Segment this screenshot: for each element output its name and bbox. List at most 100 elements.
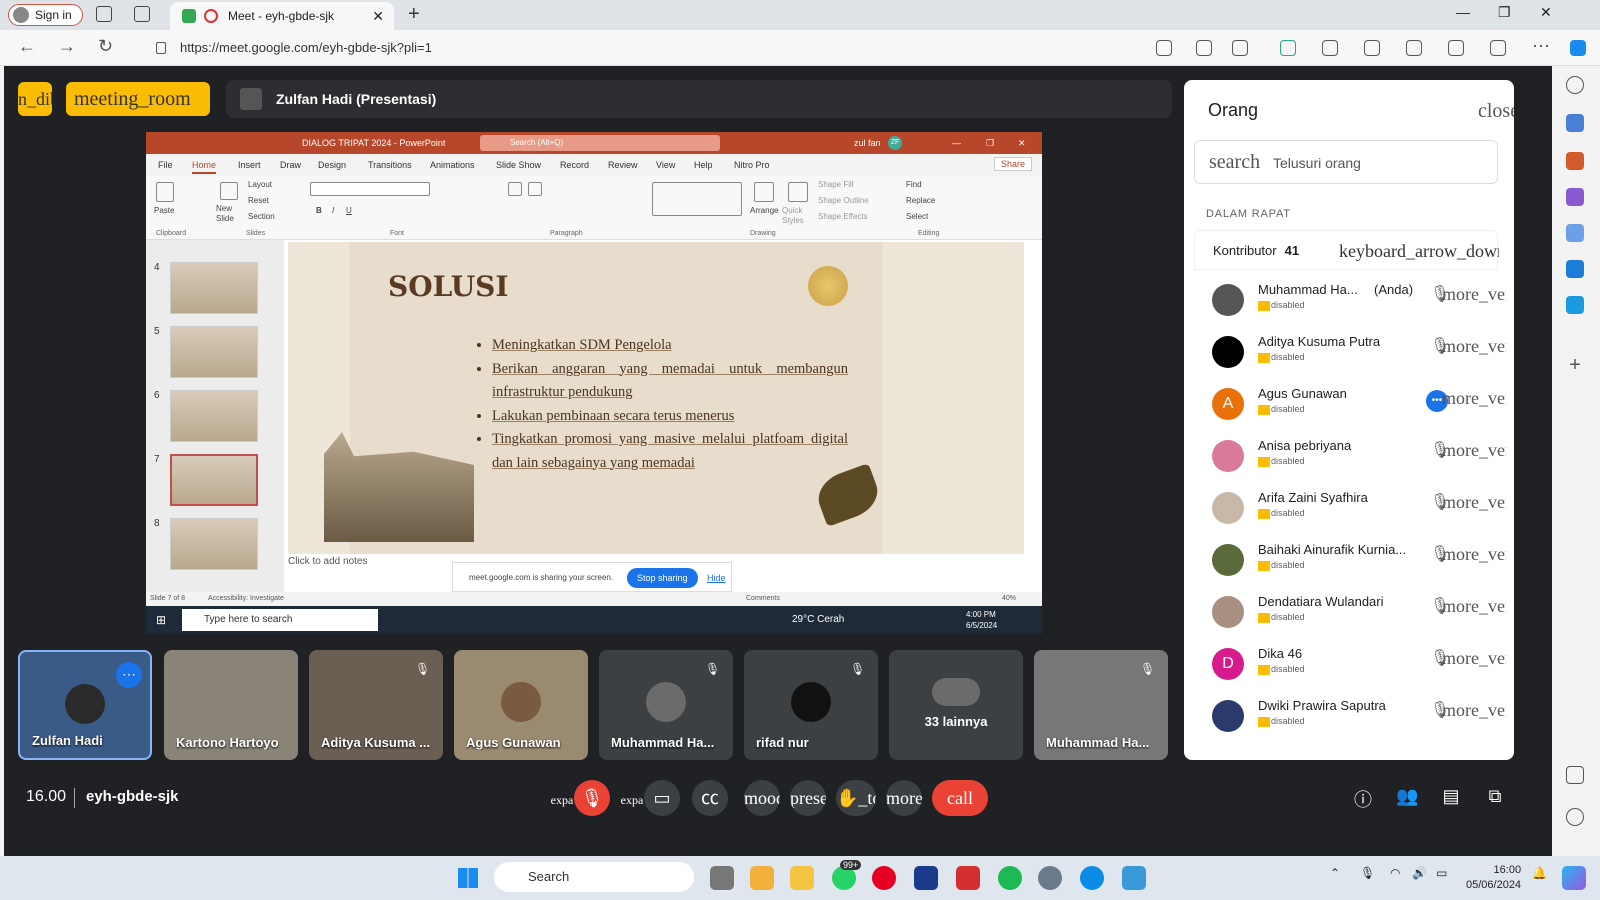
more-vert-icon[interactable]: more_vert <box>1442 596 1506 617</box>
volume-icon[interactable]: 🔊 <box>1412 866 1427 880</box>
puzzle-icon[interactable] <box>1322 40 1338 56</box>
outlook-icon[interactable] <box>1566 260 1584 278</box>
contributors-header[interactable]: Kontributor 41 keyboard_arrow_down <box>1194 230 1499 271</box>
bold-button[interactable]: B <box>316 206 322 215</box>
l-app-icon[interactable] <box>914 866 938 890</box>
italic-button[interactable]: I <box>332 206 334 215</box>
tools-icon[interactable] <box>1566 152 1584 170</box>
wifi-icon[interactable]: ◠ <box>1390 866 1400 880</box>
raise-hand-button[interactable]: ✋_to <box>836 780 876 816</box>
photos-icon[interactable] <box>1122 866 1146 890</box>
acrobat-icon[interactable] <box>956 866 980 890</box>
numbering-icon[interactable] <box>528 182 542 196</box>
meeting-room-tag[interactable]: meeting_room <box>66 82 210 116</box>
paste-icon[interactable] <box>156 182 174 202</box>
weather-widget[interactable]: 29°C Cerah <box>792 614 844 625</box>
replace-button[interactable]: Replace <box>906 196 935 205</box>
pinterest-icon[interactable] <box>872 866 896 890</box>
telegram-icon[interactable] <box>1566 296 1584 314</box>
menu-file[interactable]: File <box>158 160 173 170</box>
shapes-gallery[interactable] <box>652 182 742 216</box>
underline-button[interactable]: U <box>346 206 352 215</box>
camera-toggle-button[interactable]: ▭ <box>644 780 680 816</box>
camera-icon[interactable] <box>1156 40 1172 56</box>
hide-button[interactable]: Hide <box>707 563 726 593</box>
menu-animations[interactable]: Animations <box>430 160 475 170</box>
list-item[interactable]: Muhammad Ha... (Anda) disabled 🎙 more_ve… <box>1194 276 1506 328</box>
more-vert-icon[interactable]: more_vert <box>1442 544 1506 565</box>
find-button[interactable]: Find <box>906 180 922 189</box>
reactions-button[interactable]: mood <box>744 780 780 816</box>
list-item[interactable]: Baihaki Ainurafik Kurnia... disabled 🎙 m… <box>1194 536 1506 588</box>
gear-icon[interactable] <box>1566 808 1584 826</box>
task-view-icon[interactable] <box>710 866 734 890</box>
participant-tile[interactable]: Kartono Hartoyo <box>164 650 298 760</box>
participant-tile[interactable]: 🎙 rifad nur <box>744 650 878 760</box>
mic-icon[interactable]: 🎙 <box>1360 866 1375 880</box>
screenshot-icon[interactable] <box>1566 766 1584 784</box>
slide-canvas[interactable]: SOLUSI Meningkatkan SDM Pengelola Berika… <box>288 242 1024 554</box>
participant-tile[interactable]: 🎙 Muhammad Ha... <box>1034 650 1168 760</box>
inner-search-box[interactable]: Type here to search <box>182 609 378 631</box>
menu-insert[interactable]: Insert <box>238 160 261 170</box>
list-item[interactable]: D Dika 46 disabled 🎙 more_vert <box>1194 640 1506 692</box>
restore-button[interactable]: ❐ <box>1498 4 1511 21</box>
list-item[interactable]: A Agus Gunawan disabled ••• more_vert <box>1194 380 1506 432</box>
copilot-icon[interactable] <box>1570 40 1586 56</box>
new-slide-icon[interactable] <box>220 182 238 200</box>
close-window-button[interactable]: ✕ <box>1540 4 1552 21</box>
more-vert-icon[interactable]: more_vert <box>1442 388 1506 409</box>
more-vert-icon[interactable]: more_vert <box>1442 700 1506 721</box>
shape-fill-button[interactable]: Shape Fill <box>818 180 854 189</box>
taskbar-search[interactable]: Search <box>494 862 694 892</box>
arrange-icon[interactable] <box>754 182 774 202</box>
slide-thumb-6[interactable] <box>170 390 258 442</box>
file-explorer-icon[interactable] <box>790 866 814 890</box>
reload-button[interactable]: ↻ <box>98 36 113 57</box>
stop-sharing-button[interactable]: Stop sharing <box>627 568 698 588</box>
close-panel-button[interactable]: close <box>1478 100 1514 123</box>
browser-essentials-icon[interactable] <box>1490 40 1506 56</box>
store-icon[interactable] <box>750 866 774 890</box>
list-item[interactable]: Aditya Kusuma Putra disabled 🎙 more_vert <box>1194 328 1506 380</box>
menu-nitro[interactable]: Nitro Pro <box>734 160 770 170</box>
more-options-icon[interactable]: ⋯ <box>116 662 142 688</box>
expand-icon[interactable]: keyboard_arrow_down <box>1339 231 1499 271</box>
more-vert-icon[interactable]: more_vert <box>1442 284 1506 305</box>
participant-tile[interactable]: Agus Gunawan <box>454 650 588 760</box>
quick-styles-icon[interactable] <box>788 182 808 202</box>
comments-button[interactable]: Comments <box>746 592 780 606</box>
url-field[interactable]: https://meet.google.com/eyh-gbde-sjk?pli… <box>150 36 1150 60</box>
mic-toggle-button[interactable]: 🎙 <box>574 780 610 816</box>
select-button[interactable]: Select <box>906 212 928 221</box>
ppt-restore-button[interactable]: ❐ <box>986 132 994 154</box>
new-tab-button[interactable]: + <box>408 3 420 26</box>
menu-record[interactable]: Record <box>560 160 589 170</box>
participant-tile-self[interactable]: ⋯ Zulfan Hadi <box>18 650 152 760</box>
list-item[interactable]: Anisa pebriyana disabled 🎙 more_vert <box>1194 432 1506 484</box>
menu-home[interactable]: Home <box>192 160 217 174</box>
menu-draw[interactable]: Draw <box>280 160 301 170</box>
collections-icon[interactable] <box>1448 40 1464 56</box>
others-tile[interactable]: 33 lainnya <box>889 650 1023 760</box>
search-icon[interactable] <box>1566 76 1584 94</box>
font-select[interactable] <box>310 182 430 196</box>
read-aloud-icon[interactable] <box>1196 40 1212 56</box>
extension-icon[interactable] <box>1280 40 1296 56</box>
slide-thumb-4[interactable] <box>170 262 258 314</box>
ppt-minimize-button[interactable]: — <box>952 132 961 154</box>
forward-button[interactable]: → <box>58 36 76 57</box>
shape-outline-button[interactable]: Shape Outline <box>818 196 869 205</box>
people-search-input[interactable]: search Telusuri orang <box>1194 140 1498 184</box>
shape-effects-button[interactable]: Shape Effects <box>818 212 868 221</box>
ppt-close-button[interactable]: ✕ <box>1018 132 1026 154</box>
menu-review[interactable]: Review <box>608 160 638 170</box>
split-screen-icon[interactable] <box>1364 40 1380 56</box>
close-tab-icon[interactable]: ✕ <box>372 2 384 30</box>
windows-start-icon[interactable]: ⊞ <box>156 613 166 627</box>
battery-icon[interactable]: ▭ <box>1436 866 1447 880</box>
participant-tile[interactable]: 🎙 Muhammad Ha... <box>599 650 733 760</box>
edge-icon[interactable] <box>1080 866 1104 890</box>
captions-button[interactable]: ㏄ <box>692 780 728 816</box>
spotify-icon[interactable] <box>998 866 1022 890</box>
